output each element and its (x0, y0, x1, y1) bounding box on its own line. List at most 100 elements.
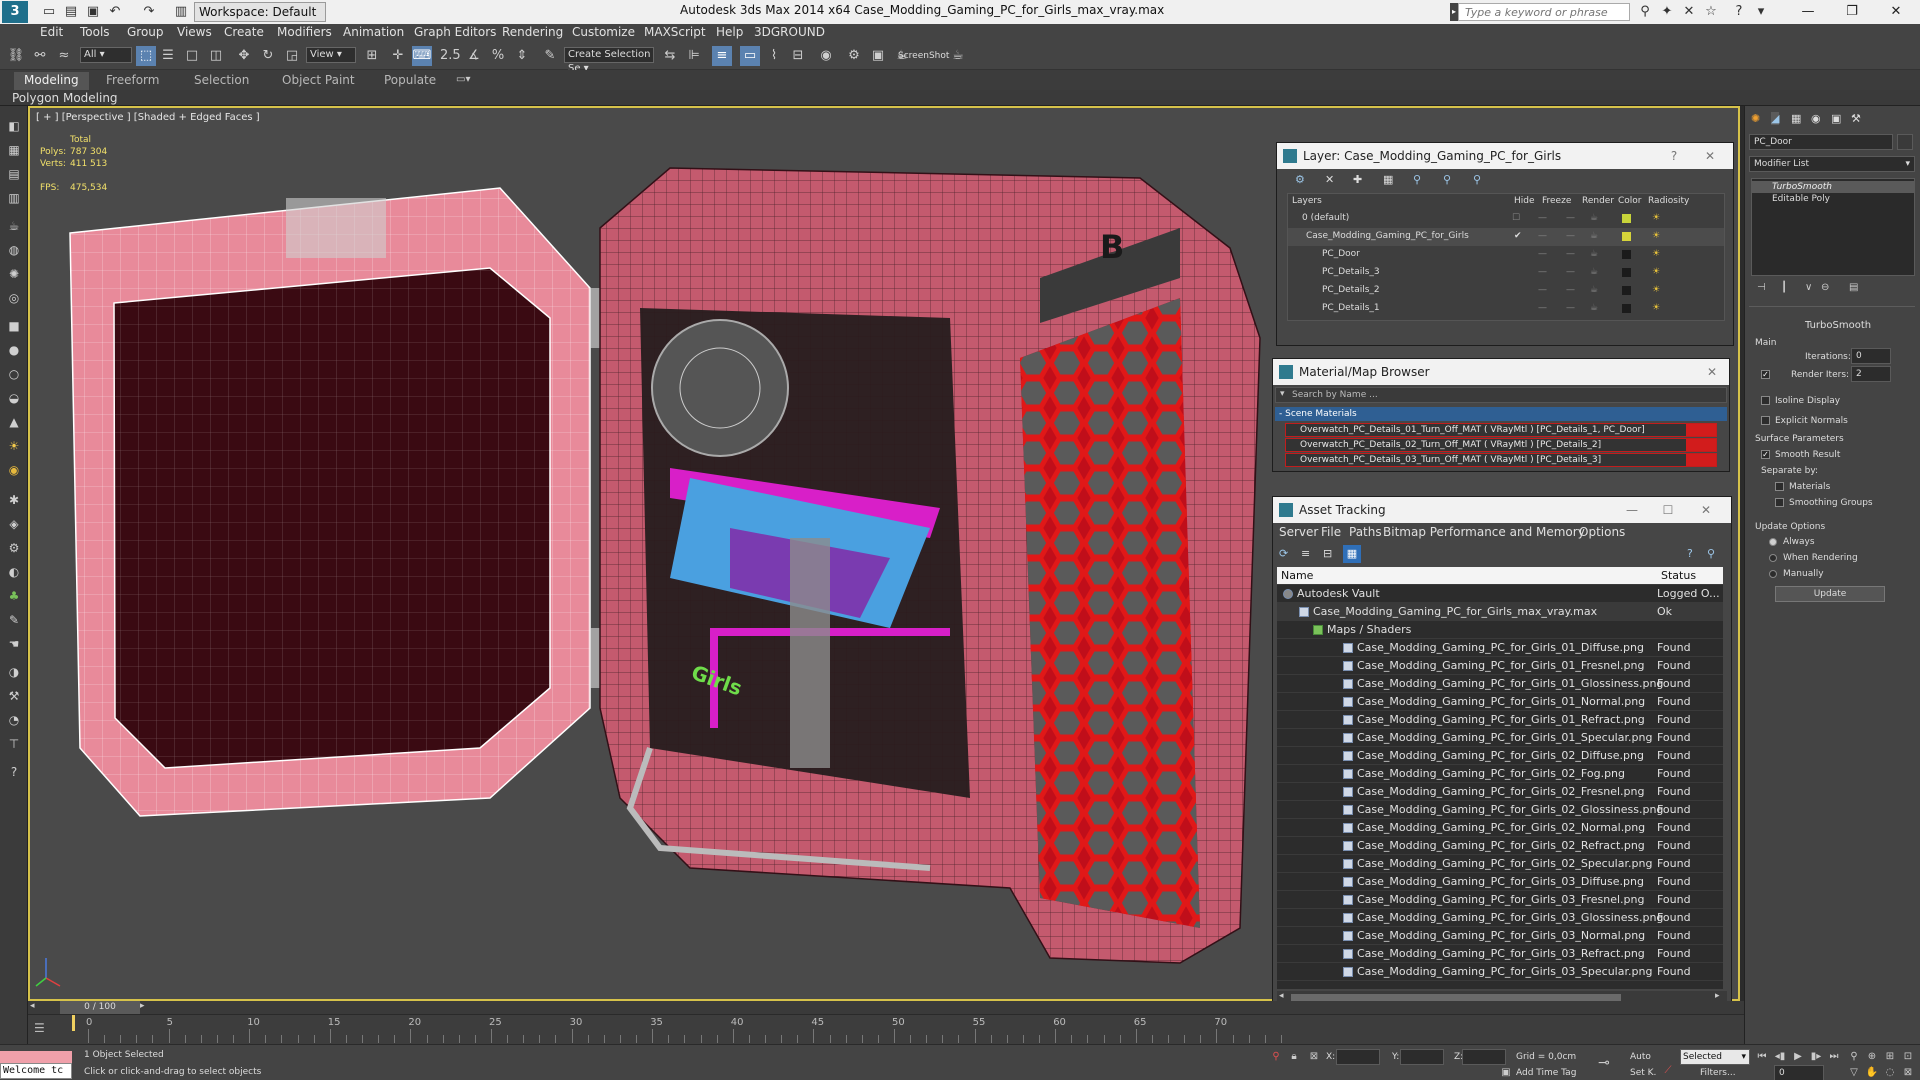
menu-maxscript[interactable]: MAXScript (644, 25, 706, 39)
create-tab-icon[interactable]: ✺ (1751, 112, 1760, 125)
pan-icon[interactable]: ✋ (1864, 1065, 1880, 1080)
update-button[interactable]: Update (1775, 586, 1885, 602)
menu-edit[interactable]: Edit (40, 25, 63, 39)
asset-row[interactable]: Case_Modding_Gaming_PC_for_Girls_01_Spec… (1277, 729, 1723, 747)
snaps-toggle-icon[interactable]: 2.5 (440, 46, 461, 66)
rendered-frame-window-icon[interactable]: ▣ (868, 46, 888, 66)
iterations-spinner[interactable]: 0 (1851, 348, 1891, 364)
layer-hide-all-icon[interactable]: ⚲ (1443, 173, 1451, 186)
asset-row[interactable]: Case_Modding_Gaming_PC_for_Girls_02_Fog.… (1277, 765, 1723, 783)
track-bar[interactable]: ☰ 0 5 10 15 20 25 30 35 40 45 50 55 60 65 70 (28, 1014, 1744, 1044)
key-icon[interactable]: ⊸ (1596, 1055, 1612, 1071)
configure-sets-icon[interactable]: ▤ (1849, 282, 1858, 293)
asset-vault-icon[interactable]: ⚲ (1707, 547, 1715, 560)
manually-radio[interactable] (1769, 570, 1777, 578)
helper-icon[interactable]: ✱ (4, 490, 24, 510)
asset-panel-close-button[interactable]: ✕ (1693, 497, 1719, 523)
turbosmooth-rollout-title[interactable]: TurboSmooth (1805, 320, 1871, 331)
ribbon-options-icon[interactable]: ▭▾ (456, 74, 470, 85)
cone-icon[interactable]: ▲ (4, 412, 24, 432)
scene-materials-group[interactable]: - Scene Materials (1275, 407, 1727, 421)
layer-color-swatch[interactable] (1622, 214, 1631, 223)
asset-row[interactable]: Case_Modding_Gaming_PC_for_Girls_03_Glos… (1277, 909, 1723, 927)
favorites-star-icon[interactable]: ☆ (1702, 3, 1720, 21)
asset-row[interactable]: Maps / Shaders (1277, 621, 1723, 639)
material-item[interactable]: Overwatch_PC_Details_02_Turn_Off_MAT ( V… (1285, 438, 1717, 452)
motion-icon[interactable]: ◔ (4, 710, 24, 730)
selection-lock-icon[interactable]: 🔒︎ (1286, 1049, 1302, 1065)
tab-selection[interactable]: Selection (184, 72, 259, 90)
layer-row[interactable]: PC_Details_2 — — ☕ ☀ (1288, 282, 1724, 300)
asset-row[interactable]: Case_Modding_Gaming_PC_for_Girls_01_Fres… (1277, 657, 1723, 675)
orbit-icon[interactable]: ◌ (1882, 1065, 1898, 1080)
project-folder-icon[interactable]: ▥ (172, 3, 190, 21)
globe-icon[interactable]: ◐ (4, 562, 24, 582)
make-unique-icon[interactable]: ∨ (1805, 282, 1812, 293)
col-hide[interactable]: Hide (1514, 196, 1535, 206)
field-of-view-icon[interactable]: ▽ (1846, 1065, 1862, 1080)
material-item[interactable]: Overwatch_PC_Details_01_Turn_Off_MAT ( V… (1285, 423, 1717, 437)
key-mode-dropdown[interactable]: Selected ▾ (1680, 1049, 1750, 1065)
layer-color-swatch[interactable] (1622, 268, 1631, 277)
zoom-extents-icon[interactable]: ⊞ (1882, 1049, 1898, 1065)
menu-group[interactable]: Group (127, 25, 164, 39)
isolate-selection-icon[interactable]: ⚲ (1268, 1049, 1284, 1065)
maxscript-listener-bar[interactable] (0, 1051, 72, 1063)
daylight-icon[interactable]: ◉ (4, 460, 24, 480)
undo-icon[interactable]: ↶ (106, 3, 124, 21)
graphite-icon[interactable]: ▦ (4, 140, 24, 160)
asset-row[interactable]: Case_Modding_Gaming_PC_for_Girls_max_vra… (1277, 603, 1723, 621)
percent-snap-icon[interactable]: % (488, 46, 508, 66)
material-panel-close-button[interactable]: ✕ (1699, 359, 1725, 385)
camera-icon[interactable]: ◎ (4, 288, 24, 308)
asset-row[interactable]: Case_Modding_Gaming_PC_for_Girls_01_Diff… (1277, 639, 1723, 657)
time-slider-thumb[interactable]: 0 / 100 (60, 1001, 140, 1014)
layer-row[interactable]: PC_Details_3 — — ☕ ☀ (1288, 264, 1724, 282)
layer-add-icon[interactable]: ✚ (1353, 173, 1362, 186)
help-icon[interactable]: ? (1730, 3, 1748, 21)
object-name-field[interactable]: PC_Door (1749, 134, 1893, 150)
spinner-snap-icon[interactable]: ⇕ (512, 46, 532, 66)
window-crossing-icon[interactable]: ◫ (206, 46, 226, 66)
object-color-swatch[interactable] (1897, 134, 1913, 150)
explicit-normals-checkbox[interactable] (1761, 416, 1770, 425)
zoom-icon[interactable]: ⚲ (1846, 1049, 1862, 1065)
smooth-result-checkbox[interactable]: ✓ (1761, 450, 1770, 459)
render-iters-spinner[interactable]: 2 (1851, 366, 1891, 382)
time-next-icon[interactable]: ▸ (140, 1001, 145, 1011)
pin-stack-icon[interactable]: ⊣ (1757, 282, 1766, 293)
when-rendering-radio[interactable] (1769, 554, 1777, 562)
utilities-icon[interactable]: ⚒ (4, 686, 24, 706)
asset-menu-options[interactable]: Options (1579, 525, 1625, 539)
menu-create[interactable]: Create (224, 25, 264, 39)
col-render[interactable]: Render (1582, 196, 1614, 206)
goto-start-icon[interactable]: ⏮ (1754, 1049, 1770, 1065)
asset-row[interactable]: Case_Modding_Gaming_PC_for_Girls_03_Refr… (1277, 945, 1723, 963)
torus-icon[interactable]: ○ (4, 364, 24, 384)
layer-select-icon[interactable]: ▦ (1383, 173, 1393, 186)
curve-editor-icon[interactable]: ⌇ (764, 46, 784, 66)
search-expand-icon[interactable]: ▸ (1450, 3, 1458, 21)
col-status[interactable]: Status (1661, 569, 1696, 582)
layer-freeze-all-icon[interactable]: ⚲ (1473, 173, 1481, 186)
layer-color-swatch[interactable] (1622, 304, 1631, 313)
polygon-modeling-label[interactable]: Polygon Modeling (12, 91, 118, 105)
layer-row[interactable]: Case_Modding_Gaming_PC_for_Girls ✔ — — ☕… (1288, 228, 1724, 246)
modify-tab-icon[interactable]: ◢ (1771, 112, 1780, 125)
hierarchy-tab-icon[interactable]: ▦ (1791, 112, 1801, 125)
help-dropdown-icon[interactable]: ▾ (1752, 3, 1770, 21)
layer-delete-icon[interactable]: ✕ (1325, 173, 1334, 186)
communication-icon[interactable]: ✕ (1680, 3, 1698, 21)
col-freeze[interactable]: Freeze (1542, 196, 1571, 206)
y-coord-field[interactable] (1400, 1049, 1444, 1065)
smoothing-groups-checkbox[interactable] (1775, 498, 1784, 507)
col-layers[interactable]: Layers (1292, 196, 1322, 206)
scale-icon[interactable]: ◲ (282, 46, 302, 66)
menu-tools[interactable]: Tools (80, 25, 110, 39)
set-key-icon[interactable]: ⟋ (1660, 1063, 1676, 1079)
selection-filter-dropdown[interactable]: All ▾ (80, 47, 132, 63)
move-icon[interactable]: ✥ (234, 46, 254, 66)
asset-row[interactable]: Case_Modding_Gaming_PC_for_Girls_02_Norm… (1277, 819, 1723, 837)
modifier-list-dropdown[interactable]: Modifier List ▾ (1749, 156, 1915, 172)
new-file-icon[interactable]: ▭ (40, 3, 58, 21)
